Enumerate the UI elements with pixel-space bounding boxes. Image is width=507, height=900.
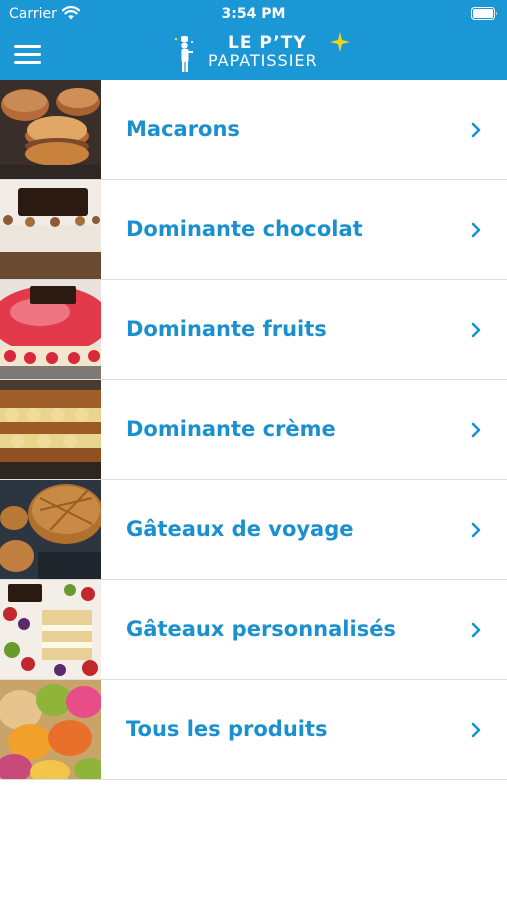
category-list: Macarons Dominante chocolat Dominante fr… [0, 80, 507, 780]
chevron-right-icon [471, 422, 481, 438]
all-products-thumbnail [0, 680, 101, 779]
category-row-macarons[interactable]: Macarons [0, 80, 507, 180]
battery-icon [471, 7, 497, 20]
app-logo: LE P’TY PAPATISSIER [168, 28, 353, 80]
star-icon [330, 32, 350, 52]
category-label: Tous les produits [126, 717, 328, 741]
category-row-dominante-fruits[interactable]: Dominante fruits [0, 280, 507, 380]
chevron-right-icon [471, 122, 481, 138]
travel-cake-thumbnail [0, 480, 101, 579]
macarons-thumbnail [0, 80, 101, 179]
app-header: Carrier 3:54 PM LE P’TY PAPATISSIER [0, 0, 507, 80]
logo-text-top: LE P’TY [228, 33, 307, 53]
chevron-right-icon [471, 322, 481, 338]
status-time: 3:54 PM [221, 6, 286, 22]
custom-cake-thumbnail [0, 580, 101, 679]
chevron-right-icon [471, 522, 481, 538]
chevron-right-icon [471, 622, 481, 638]
chevron-right-icon [471, 722, 481, 738]
chocolate-cake-thumbnail [0, 180, 101, 279]
chevron-right-icon [471, 222, 481, 238]
navigation-bar: LE P’TY PAPATISSIER [0, 28, 507, 80]
status-bar: Carrier 3:54 PM [0, 0, 507, 28]
category-row-gateaux-de-voyage[interactable]: Gâteaux de voyage [0, 480, 507, 580]
category-label: Dominante crème [126, 417, 336, 441]
category-label: Macarons [126, 117, 240, 141]
chef-figure-icon [174, 36, 193, 72]
category-label: Dominante fruits [126, 317, 327, 341]
fruit-cake-thumbnail [0, 280, 101, 379]
logo-text-bottom: PAPATISSIER [208, 51, 318, 70]
category-row-dominante-chocolat[interactable]: Dominante chocolat [0, 180, 507, 280]
category-row-dominante-creme[interactable]: Dominante crème [0, 380, 507, 480]
category-row-tous-les-produits[interactable]: Tous les produits [0, 680, 507, 780]
category-row-gateaux-personnalises[interactable]: Gâteaux personnalisés [0, 580, 507, 680]
category-label: Gâteaux de voyage [126, 517, 354, 541]
millefeuille-thumbnail [0, 380, 101, 479]
hamburger-menu-icon[interactable] [14, 38, 52, 70]
category-label: Gâteaux personnalisés [126, 617, 396, 641]
category-label: Dominante chocolat [126, 217, 363, 241]
